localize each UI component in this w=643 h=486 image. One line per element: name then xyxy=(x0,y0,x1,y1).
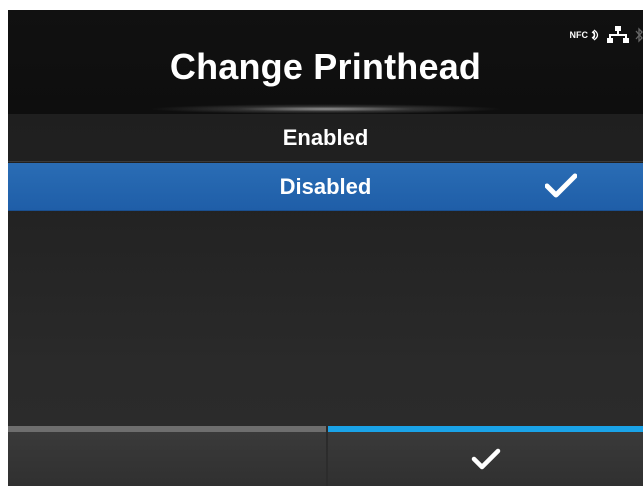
network-icon xyxy=(607,26,629,43)
back-button[interactable] xyxy=(8,426,326,486)
nfc-icon: NFC xyxy=(570,29,602,41)
option-disabled[interactable]: Disabled xyxy=(8,163,643,211)
checkmark-icon xyxy=(471,448,500,470)
option-list: Enabled Disabled xyxy=(8,114,643,211)
bluetooth-icon xyxy=(635,27,643,43)
status-icons: NFC xyxy=(570,24,643,46)
printer-display: Change Printhead NFC Enabled Disabled xyxy=(8,10,643,486)
selected-checkmark-icon xyxy=(545,173,577,198)
option-label: Disabled xyxy=(279,173,372,199)
nfc-wave-icon xyxy=(591,29,599,41)
header: Change Printhead NFC xyxy=(8,10,643,114)
nfc-label: NFC xyxy=(569,30,589,40)
soft-key-bar xyxy=(8,426,643,486)
option-enabled[interactable]: Enabled xyxy=(8,114,643,162)
option-label: Enabled xyxy=(282,124,369,150)
page-title: Change Printhead xyxy=(169,46,482,87)
title-underline-glow xyxy=(148,104,504,114)
confirm-button[interactable] xyxy=(328,426,643,486)
